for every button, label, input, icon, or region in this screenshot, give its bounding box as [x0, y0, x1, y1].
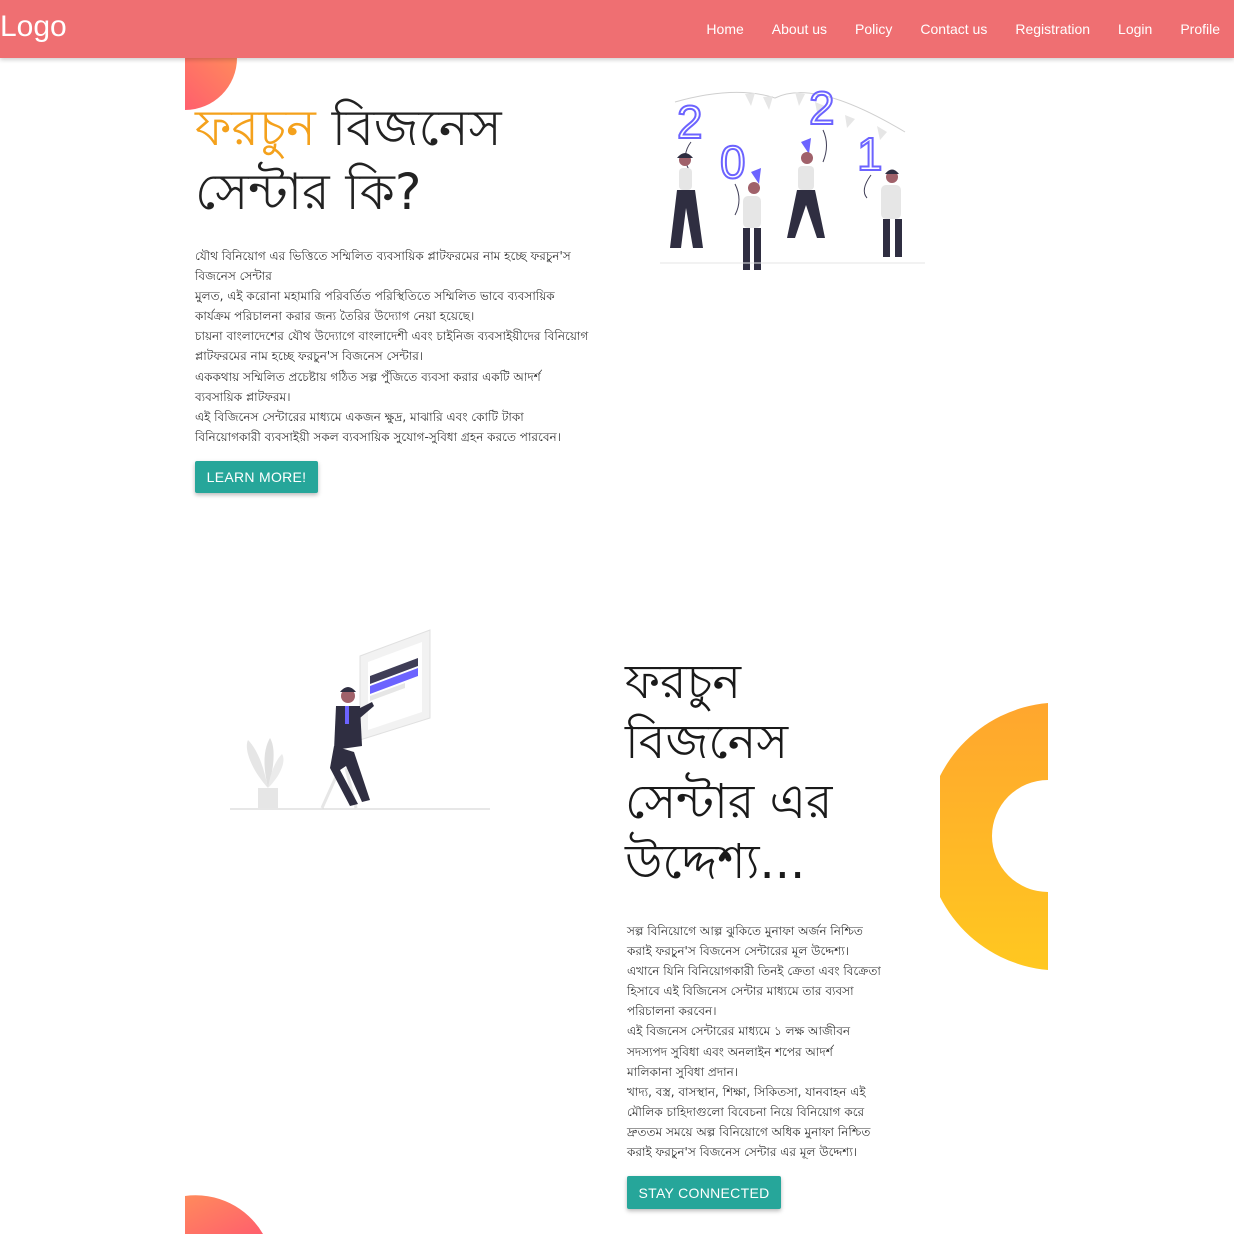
paragraph-line: মালিকানা সুবিধা প্রদান। [627, 1064, 739, 1079]
logo[interactable]: Logo [0, 10, 67, 44]
stay-connected-button[interactable]: STAY CONNECTED [627, 1176, 781, 1209]
section2-paragraph: সল্প বিনিয়োগে আল্প ঝুকিতে মুনাফা অর্জন … [627, 921, 927, 1162]
section2-title: ফরচুন বিজনেস সেন্টার এর উদ্দেশ্য... [625, 654, 833, 890]
paragraph-line: যৌথ বিনিয়োগ এর ভিত্তিতে সম্মিলিত ব্যবসা… [195, 249, 571, 263]
digit-2-first: 2 [677, 96, 703, 148]
nav-links: Home About us Policy Contact us Registra… [692, 0, 1234, 58]
learn-more-button[interactable]: LEARN MORE! [195, 461, 318, 493]
paragraph-line: চায়না বাংলাদেশের যৌথ উদ্যোগে বাংলাদেশী … [195, 329, 589, 344]
celebration-2021-illustration: 2 0 2 1 [660, 81, 925, 270]
nav-home[interactable]: Home [692, 0, 757, 58]
coral-quarter-circle-bottom [185, 1195, 263, 1234]
presentation-illustration [230, 629, 490, 810]
person-figure [787, 138, 825, 238]
digit-1: 1 [857, 128, 883, 180]
paragraph-line: এই বিজিনেস সেন্টারের মাধ্যমে একজন ক্ষুদ্… [195, 409, 524, 424]
person-figure [881, 169, 902, 257]
paragraph-line: মুলত, এই করোনা মহামারি পরিবর্তিত পরিস্থি… [195, 289, 555, 304]
paragraph-line: সল্প বিনিয়োগে আল্প ঝুকিতে মুনাফা অর্জন … [627, 924, 863, 938]
paragraph-line: বিজনেস সেন্টার [195, 269, 272, 284]
paragraph-line: পরিচালনা করবেন। [627, 1004, 717, 1019]
nav-about-us[interactable]: About us [758, 0, 841, 58]
navbar: Logo Home About us Policy Contact us Reg… [0, 0, 1234, 58]
paragraph-line: করাই ফরচুন'স বিজনেস সেন্টার এর মূল উদ্দে… [627, 1145, 858, 1160]
person-figure [670, 153, 703, 248]
section1-title-accent: ফরচুন [195, 99, 316, 157]
paragraph-line: প্লাটফরমের নাম হচ্ছে ফরচুন'স বিজনেস সেন্… [195, 349, 424, 364]
paragraph-line: খাদ্য, বস্ত্র, বাসস্থান, শিক্ষা, সিকিতসা… [627, 1084, 866, 1099]
paragraph-line: সদস্যপদ সুবিধা এবং অনলাইন শপের আদর্শ [627, 1044, 833, 1059]
plant-icon [246, 738, 284, 808]
paragraph-line: করাই ফরচুন'স বিজনেস সেন্টারের মূল উদ্দেশ… [627, 944, 850, 959]
section1-paragraph: যৌথ বিনিয়োগ এর ভিত্তিতে সম্মিলিত ব্যবসা… [195, 246, 615, 447]
digit-2-second: 2 [809, 82, 835, 134]
nav-contact-us[interactable]: Contact us [906, 0, 1001, 58]
nav-login[interactable]: Login [1104, 0, 1166, 58]
paragraph-line: মৌলিক চাহিদাগুলো বিবেচনা নিয়ে বিনিয়োগ … [627, 1104, 865, 1119]
paragraph-line: এই বিজনেস সেন্টারের মাধ্যমে ১ লক্ষ আজীবন [627, 1024, 851, 1039]
nav-registration[interactable]: Registration [1001, 0, 1104, 58]
paragraph-line: এখানে যিনি বিনিয়োগকারী তিনই ক্রেতা এবং … [627, 964, 881, 979]
section1-title: ফরচুন বিজনেস সেন্টার কি? [195, 96, 555, 224]
nav-policy[interactable]: Policy [841, 0, 906, 58]
paragraph-line: এককথায় সম্মিলিত প্রচেষ্টায় গঠিত সল্প প… [195, 369, 541, 384]
paragraph-line: দ্রুততম সময়ে অল্প বিনিয়োগে অধিক মুনাফা… [627, 1124, 871, 1139]
person-figure [743, 168, 761, 270]
paragraph-line: কার্যক্রম পরিচালনা করার জন্য তৈরির উদ্যো… [195, 309, 475, 324]
paragraph-line: হিসাবে এই বিজিনেস সেন্টার মাধ্যমে তার ব্… [627, 984, 854, 999]
yellow-half-ring [940, 703, 1048, 970]
nav-profile[interactable]: Profile [1166, 0, 1234, 58]
paragraph-line: বিনিয়োগকারী ব্যবসাইয়ী সকল ব্যবসায়িক স… [195, 429, 561, 444]
paragraph-line: ব্যবসায়িক প্লাটফরম। [195, 389, 291, 404]
digit-0: 0 [720, 136, 746, 188]
